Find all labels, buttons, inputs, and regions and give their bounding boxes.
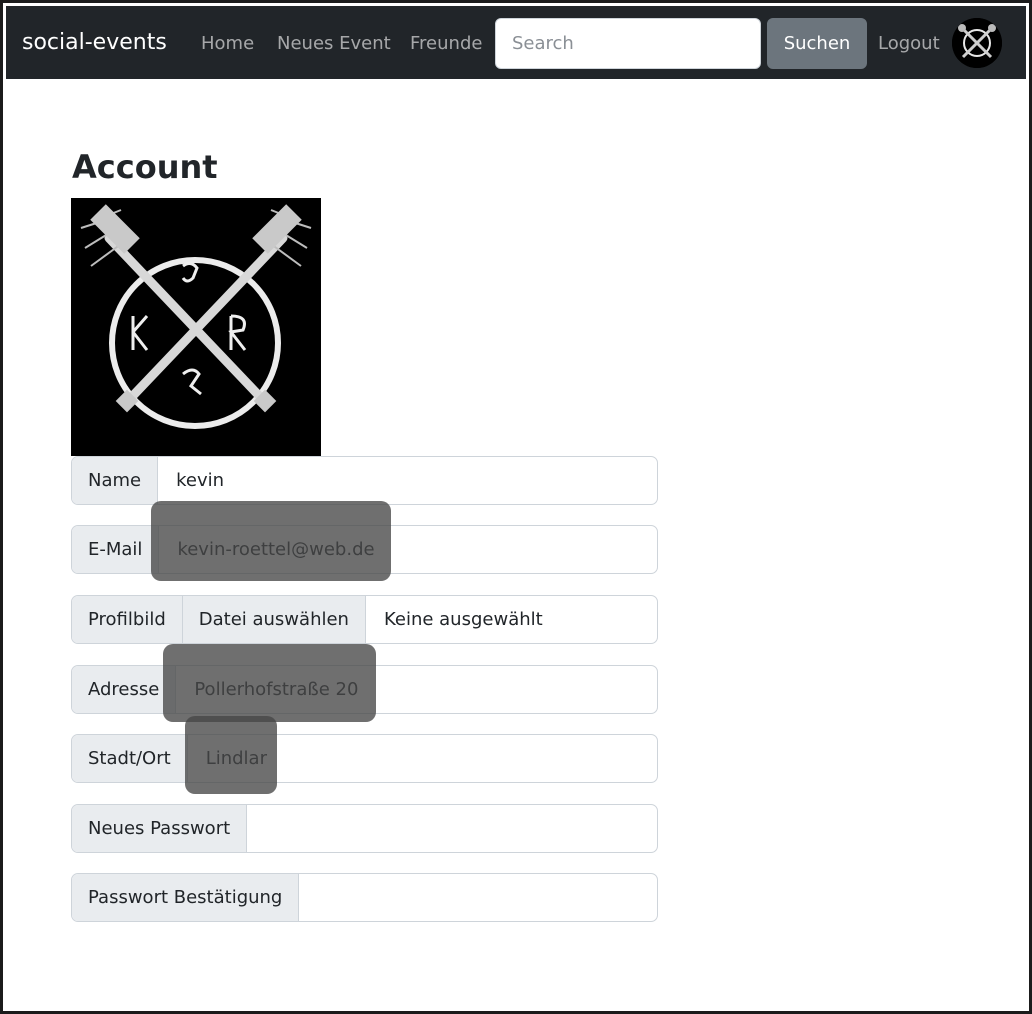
choose-file-button[interactable]: Datei auswählen [182, 596, 366, 643]
nav-link-friends[interactable]: Freunde [410, 33, 482, 54]
address-field-group: Adresse Pollerhofstraße 20 [71, 665, 658, 714]
app-window: social-events Home Neues Event Freunde S… [0, 0, 1032, 1014]
confirm-password-input[interactable] [299, 874, 657, 921]
brand-logo[interactable]: social-events [22, 30, 167, 55]
address-input[interactable]: Pollerhofstraße 20 [176, 666, 657, 713]
crossed-maces-icon [71, 198, 321, 456]
nav-link-home[interactable]: Home [201, 33, 254, 54]
name-input[interactable]: kevin [158, 457, 657, 504]
avatar[interactable] [952, 18, 1002, 68]
confirm-password-label: Passwort Bestätigung [72, 874, 300, 921]
new-password-input[interactable] [247, 805, 657, 852]
new-password-label: Neues Passwort [72, 805, 248, 852]
email-field-group: E-Mail kevin-roettel@web.de [71, 525, 658, 574]
file-name-display: Keine ausgewählt [383, 609, 543, 630]
profile-image [71, 198, 321, 456]
profile-picture-label: Profilbild [72, 596, 183, 643]
nav-link-new-event[interactable]: Neues Event [277, 33, 391, 54]
email-label: E-Mail [72, 526, 160, 573]
new-password-field-group: Neues Passwort [71, 804, 658, 853]
logout-link[interactable]: Logout [878, 33, 940, 54]
city-input[interactable]: Lindlar [188, 735, 657, 782]
city-field-group: Stadt/Ort Lindlar [71, 734, 658, 783]
profile-picture-field-group: Profilbild Datei auswählen Keine ausgewä… [71, 595, 658, 644]
name-field-group: Name kevin [71, 456, 658, 505]
navbar: social-events Home Neues Event Freunde S… [6, 6, 1026, 79]
search-input[interactable] [495, 18, 761, 69]
name-label: Name [72, 457, 159, 504]
city-label: Stadt/Ort [72, 735, 188, 782]
address-label: Adresse [72, 666, 177, 713]
search-button[interactable]: Suchen [767, 18, 867, 69]
email-input[interactable]: kevin-roettel@web.de [159, 526, 657, 573]
confirm-password-field-group: Passwort Bestätigung [71, 873, 658, 922]
page-title: Account [72, 148, 218, 186]
crossed-maces-icon [952, 18, 1002, 68]
